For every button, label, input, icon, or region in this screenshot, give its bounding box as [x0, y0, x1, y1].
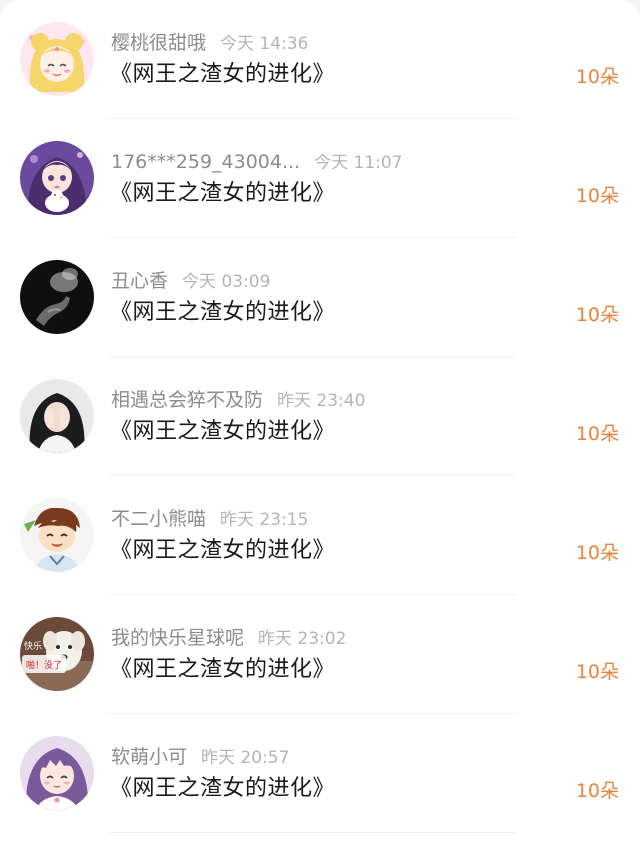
flower-amount: 10朵	[575, 661, 619, 683]
list-item[interactable]: 不二小熊喵 昨天 23:15 《网王之渣女的进化》 10朵	[0, 476, 640, 595]
timestamp: 今天 03:09	[182, 272, 271, 292]
gift-list: 樱桃很甜哦 今天 14:36 《网王之渣女的进化》 10朵 176***259_…	[0, 0, 640, 850]
flower-amount: 10朵	[575, 185, 619, 207]
purple-hair-girl-avatar-icon[interactable]	[20, 736, 94, 810]
book-title[interactable]: 《网王之渣女的进化》	[110, 774, 335, 804]
book-title[interactable]: 《网王之渣女的进化》	[110, 60, 335, 90]
list-item[interactable]: 软萌小可 昨天 20:57 《网王之渣女的进化》 10朵	[0, 714, 640, 833]
avatar-caption: 快乐	[24, 640, 42, 652]
timestamp: 今天 14:36	[220, 34, 309, 54]
book-title[interactable]: 《网王之渣女的进化》	[110, 417, 335, 447]
list-item[interactable]: 丑心香 今天 03:09 《网王之渣女的进化》 10朵	[0, 238, 640, 357]
dog-meme-avatar-icon[interactable]: 快乐 啪！没了	[20, 617, 94, 691]
avatar-caption: 啪！没了	[26, 659, 62, 671]
list-item[interactable]: 快乐 啪！没了 我的快乐星球呢 昨天 23:02 《网王之渣女的进化》 10朵	[0, 595, 640, 714]
book-title[interactable]: 《网王之渣女的进化》	[110, 536, 335, 566]
timestamp: 昨天 23:15	[220, 510, 309, 530]
username[interactable]: 我的快乐星球呢	[111, 627, 244, 649]
flower-amount: 10朵	[575, 66, 619, 88]
list-item[interactable]: 相遇总会猝不及防 昨天 23:40 《网王之渣女的进化》 10朵	[0, 357, 640, 476]
timestamp: 昨天 20:57	[201, 748, 290, 768]
divider	[110, 832, 515, 833]
username[interactable]: 相遇总会猝不及防	[111, 389, 263, 411]
book-title[interactable]: 《网王之渣女的进化》	[110, 298, 335, 328]
username[interactable]: 176***259_43004...	[111, 151, 300, 173]
list-item[interactable]: 176***259_43004... 今天 11:07 《网王之渣女的进化》 10…	[0, 119, 640, 238]
flower-amount: 10朵	[575, 304, 619, 326]
sailor-moon-avatar-icon[interactable]	[20, 22, 94, 96]
timestamp: 昨天 23:40	[277, 391, 366, 411]
dark-photo-avatar-icon[interactable]	[20, 260, 94, 334]
anime-boy-avatar-icon[interactable]	[20, 498, 94, 572]
username[interactable]: 不二小熊喵	[111, 508, 206, 530]
timestamp: 昨天 23:02	[258, 629, 347, 649]
username[interactable]: 丑心香	[111, 270, 168, 292]
flower-amount: 10朵	[575, 780, 619, 802]
flower-amount: 10朵	[575, 423, 619, 445]
username[interactable]: 软萌小可	[111, 746, 187, 768]
username[interactable]: 樱桃很甜哦	[111, 32, 206, 54]
flower-amount: 10朵	[575, 542, 619, 564]
book-title[interactable]: 《网王之渣女的进化》	[110, 655, 335, 685]
list-item[interactable]: 樱桃很甜哦 今天 14:36 《网王之渣女的进化》 10朵	[0, 0, 640, 119]
timestamp: 今天 11:07	[314, 153, 403, 173]
girl-covering-face-avatar-icon[interactable]	[20, 379, 94, 453]
book-title[interactable]: 《网王之渣女的进化》	[110, 179, 335, 209]
doll-girl-avatar-icon[interactable]	[20, 141, 94, 215]
